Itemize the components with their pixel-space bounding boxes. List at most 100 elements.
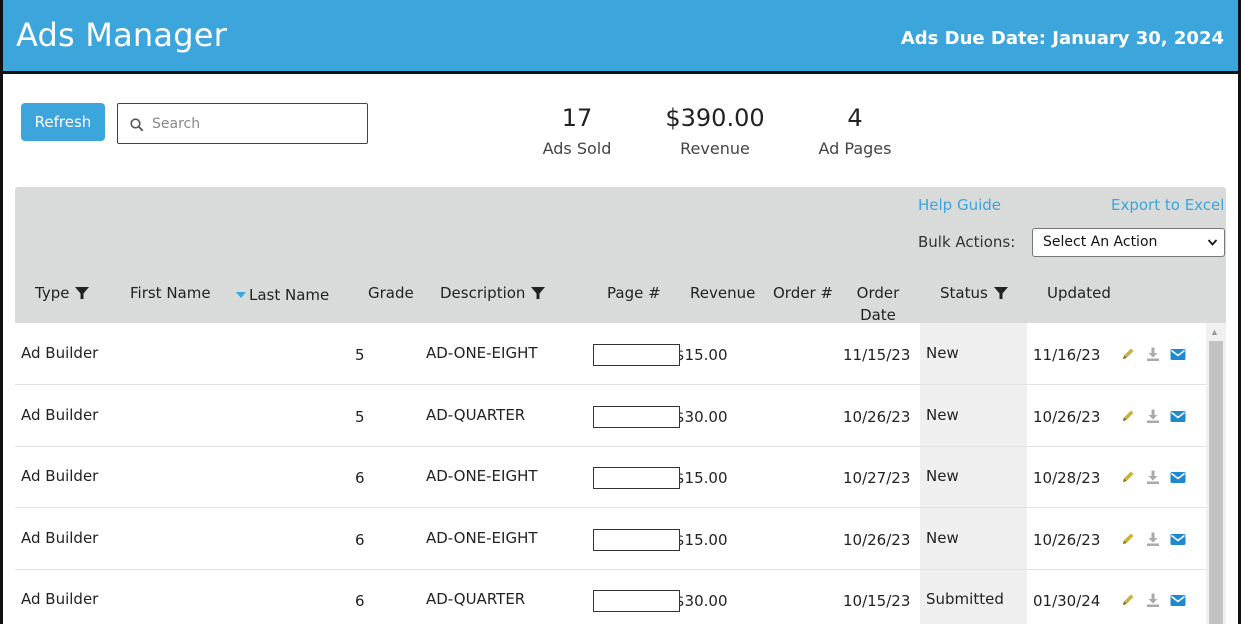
table-body: Ad Builder 5 AD-ONE-EIGHT $15.00 11/15/23 New… — [15, 323, 1206, 624]
page-number-input[interactable] — [593, 344, 680, 366]
stat-ad-pages: 4 Ad Pages — [808, 103, 902, 158]
cell-updated: 01/30/24 — [1033, 592, 1101, 610]
column-header-order-number[interactable]: Order # — [773, 284, 833, 302]
envelope-icon[interactable] — [1170, 592, 1186, 608]
cell-revenue: $30.00 — [675, 407, 728, 426]
cell-revenue: $15.00 — [675, 530, 728, 549]
stat-label: Revenue — [680, 139, 750, 158]
search-icon — [130, 118, 144, 132]
pencil-icon[interactable] — [1120, 408, 1136, 424]
table-row[interactable]: Ad Builder 6 AD-ONE-EIGHT $15.00 10/26/23 New… — [15, 508, 1206, 570]
download-icon[interactable] — [1145, 531, 1161, 547]
pencil-icon[interactable] — [1120, 346, 1136, 362]
cell-grade: 5 — [355, 346, 365, 364]
pencil-icon[interactable] — [1120, 592, 1136, 608]
column-label: Last Name — [249, 286, 330, 304]
download-icon[interactable] — [1145, 592, 1161, 608]
bulk-actions-label: Bulk Actions: — [918, 233, 1016, 251]
column-header-description[interactable]: Description — [440, 284, 546, 304]
column-label: Order — [856, 284, 900, 302]
cell-status: New — [926, 528, 959, 547]
search-input[interactable] — [152, 112, 357, 136]
due-date: Ads Due Date: January 30, 2024 — [900, 28, 1224, 49]
row-actions — [1120, 408, 1186, 424]
pencil-icon[interactable] — [1120, 469, 1136, 485]
column-header-status[interactable]: Status — [940, 284, 1008, 304]
column-label: Revenue — [690, 284, 756, 302]
filter-icon[interactable] — [993, 286, 1008, 304]
filter-icon[interactable] — [75, 286, 90, 304]
scroll-up-icon[interactable]: ▲ — [1210, 327, 1219, 337]
cell-updated: 10/28/23 — [1033, 469, 1101, 487]
export-excel-link[interactable]: Export to Excel — [1111, 196, 1224, 214]
cell-updated: 10/26/23 — [1033, 530, 1101, 549]
scrollbar-thumb[interactable] — [1209, 341, 1223, 624]
download-icon[interactable] — [1145, 469, 1161, 485]
refresh-button[interactable]: Refresh — [21, 103, 105, 141]
column-header-page[interactable]: Page # — [607, 284, 661, 302]
download-icon[interactable] — [1145, 346, 1161, 362]
envelope-icon[interactable] — [1170, 346, 1186, 362]
column-label: Type — [35, 284, 70, 302]
cell-order-date: 10/27/23 — [843, 469, 911, 487]
cell-description: AD-ONE-EIGHT — [426, 528, 538, 547]
envelope-icon[interactable] — [1170, 469, 1186, 485]
page-number-input[interactable] — [593, 590, 680, 612]
app-title: Ads Manager — [16, 16, 227, 54]
help-guide-link[interactable]: Help Guide — [918, 196, 1001, 214]
table-row[interactable]: Ad Builder 5 AD-ONE-EIGHT $15.00 11/15/23 New… — [15, 323, 1206, 385]
search-box[interactable] — [117, 103, 368, 144]
bulk-actions-select[interactable]: Select An Action — [1032, 228, 1225, 257]
row-actions — [1120, 531, 1186, 547]
pencil-icon[interactable] — [1120, 531, 1136, 547]
column-header-order-date[interactable]: Order Date — [833, 282, 923, 326]
column-header-type[interactable]: Type — [35, 284, 90, 304]
cell-type: Ad Builder — [21, 467, 99, 485]
cell-type: Ad Builder — [21, 590, 99, 608]
page-number-input[interactable] — [593, 405, 680, 428]
stat-value: 17 — [561, 104, 593, 132]
cell-grade: 6 — [355, 592, 365, 610]
row-actions — [1120, 592, 1186, 608]
envelope-icon[interactable] — [1170, 531, 1186, 547]
table-scrollbar[interactable]: ▲ — [1206, 323, 1226, 624]
download-icon[interactable] — [1145, 408, 1161, 424]
column-label: Updated — [1047, 284, 1111, 302]
cell-type: Ad Builder — [21, 528, 99, 547]
column-header-grade[interactable]: Grade — [368, 284, 414, 302]
envelope-icon[interactable] — [1170, 408, 1186, 424]
cell-revenue: $15.00 — [675, 469, 728, 487]
column-label: Description — [440, 284, 526, 302]
column-header-last-name[interactable]: Last Name — [236, 284, 329, 304]
table-row[interactable]: Ad Builder 5 AD-QUARTER $30.00 10/26/23 New 10… — [15, 385, 1206, 447]
cell-order-date: 10/26/23 — [843, 407, 911, 426]
cell-grade: 5 — [355, 407, 365, 426]
page-number-input[interactable] — [593, 528, 680, 551]
cell-revenue: $15.00 — [675, 346, 728, 364]
cell-updated: 10/26/23 — [1033, 407, 1101, 426]
column-label: Grade — [368, 284, 414, 302]
cell-description: AD-ONE-EIGHT — [426, 344, 538, 362]
column-header-first-name[interactable]: First Name — [130, 284, 211, 302]
filter-icon[interactable] — [531, 286, 546, 304]
cell-status: Submitted — [926, 590, 1004, 608]
cell-status: New — [926, 344, 959, 362]
stat-label: Ad Pages — [818, 139, 892, 158]
bulk-actions-value: Select An Action — [1043, 234, 1158, 250]
cell-description: AD-QUARTER — [426, 405, 526, 424]
page-number-input[interactable] — [593, 467, 680, 489]
column-label: Order # — [773, 284, 833, 302]
cell-description: AD-ONE-EIGHT — [426, 467, 538, 485]
stat-label: Ads Sold — [542, 139, 612, 158]
cell-revenue: $30.00 — [675, 592, 728, 610]
stat-value: 4 — [847, 104, 863, 132]
cell-status: New — [926, 467, 959, 485]
table-row[interactable]: Ad Builder 6 AD-ONE-EIGHT $15.00 10/27/23 New… — [15, 446, 1206, 508]
sort-desc-icon — [236, 284, 246, 302]
table-row[interactable]: Ad Builder 6 AD-QUARTER $30.00 10/15/23 Submi… — [15, 569, 1206, 624]
column-header-revenue[interactable]: Revenue — [690, 284, 755, 302]
top-bar: Ads Manager Ads Due Date: January 30, 20… — [3, 0, 1238, 74]
cell-updated: 11/16/23 — [1033, 346, 1101, 364]
column-header-updated[interactable]: Updated — [1047, 284, 1111, 302]
column-label: Page # — [607, 284, 661, 302]
